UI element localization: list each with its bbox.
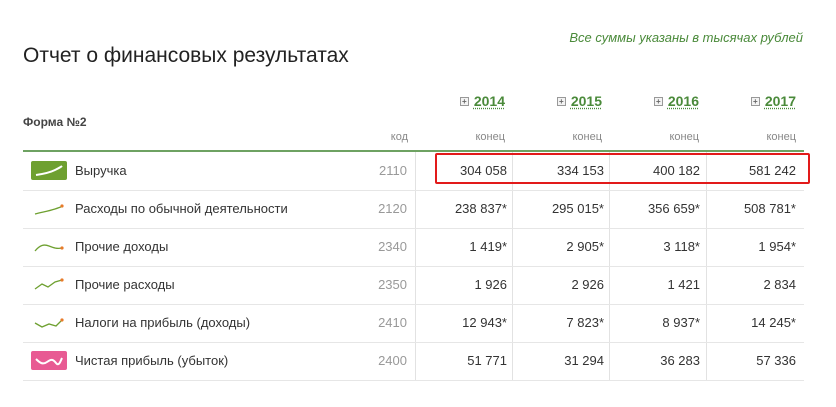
value-cell: 12 943*	[462, 315, 507, 330]
year-header-2017[interactable]: + 2017	[750, 93, 796, 109]
trend-line-icon[interactable]	[31, 237, 67, 256]
subheader-2014: конец	[475, 131, 505, 143]
table-row-expenses[interactable]: Расходы по обычной деятельности 2120 238…	[23, 190, 804, 229]
value-cell: 51 771	[467, 353, 507, 368]
row-label: Расходы по обычной деятельности	[75, 201, 288, 216]
subheader-2015: конец	[572, 131, 602, 143]
trend-line-icon[interactable]	[31, 275, 67, 294]
value-cell: 2 905*	[566, 239, 604, 254]
revenue-chart-icon[interactable]	[31, 161, 67, 180]
table-row-net-profit[interactable]: Чистая прибыль (убыток) 2400 51 771 31 2…	[23, 342, 804, 381]
value-cell: 2 926	[571, 277, 604, 292]
table-row-other-expenses[interactable]: Прочие расходы 2350 1 926 2 926 1 421 2 …	[23, 266, 804, 305]
value-cell: 8 937*	[662, 315, 700, 330]
row-code: 2110	[379, 163, 407, 178]
row-label: Налоги на прибыль (доходы)	[75, 315, 251, 330]
row-code: 2120	[378, 201, 407, 216]
table-row-income-tax[interactable]: Налоги на прибыль (доходы) 2410 12 943* …	[23, 304, 804, 343]
table-row-other-income[interactable]: Прочие доходы 2340 1 419* 2 905* 3 118* …	[23, 228, 804, 267]
trend-line-icon[interactable]	[31, 313, 67, 332]
row-label: Прочие расходы	[75, 277, 175, 292]
value-cell: 295 015*	[551, 201, 604, 216]
value-cell: 356 659*	[647, 201, 700, 216]
value-cell: 1 421	[667, 277, 700, 292]
value-cell: 3 118*	[663, 239, 700, 254]
value-cell: 2 834	[763, 277, 796, 292]
year-header-2015[interactable]: + 2015	[556, 93, 602, 109]
value-cell: 508 781*	[743, 201, 796, 216]
subheader-2016: конец	[669, 131, 699, 143]
year-header-2014[interactable]: + 2014	[459, 93, 505, 109]
row-code: 2400	[378, 353, 407, 368]
value-cell: 1 926	[474, 277, 507, 292]
currency-note: Все суммы указаны в тысячах рублей	[569, 30, 803, 45]
row-code: 2340	[378, 239, 407, 254]
value-cell: 1 419*	[469, 239, 507, 254]
net-profit-chart-icon[interactable]	[31, 351, 67, 370]
trend-line-icon[interactable]	[31, 199, 67, 218]
row-code: 2350	[378, 277, 407, 292]
page-title: Отчет о финансовых результатах	[23, 44, 349, 67]
value-cell: 31 294	[564, 353, 604, 368]
row-label: Прочие доходы	[75, 239, 169, 254]
value-cell: 14 245*	[751, 315, 796, 330]
expand-icon[interactable]: +	[556, 96, 566, 106]
value-cell: 7 823*	[566, 315, 604, 330]
expand-icon[interactable]: +	[653, 96, 663, 106]
value-cell: 36 283	[660, 353, 700, 368]
year-header-2016[interactable]: + 2016	[653, 93, 699, 109]
value-cell: 57 336	[756, 353, 796, 368]
expand-icon[interactable]: +	[459, 96, 469, 106]
expand-icon[interactable]: +	[750, 96, 760, 106]
code-header: код	[390, 131, 408, 143]
value-cell: 1 954*	[758, 239, 796, 254]
row-label: Выручка	[75, 163, 127, 178]
subheader-2017: конец	[766, 131, 796, 143]
row-label: Чистая прибыль (убыток)	[75, 353, 229, 368]
form-label: Форма №2	[23, 115, 87, 129]
revenue-highlight-box	[435, 153, 810, 184]
row-code: 2410	[378, 315, 407, 330]
value-cell: 238 837*	[454, 201, 507, 216]
